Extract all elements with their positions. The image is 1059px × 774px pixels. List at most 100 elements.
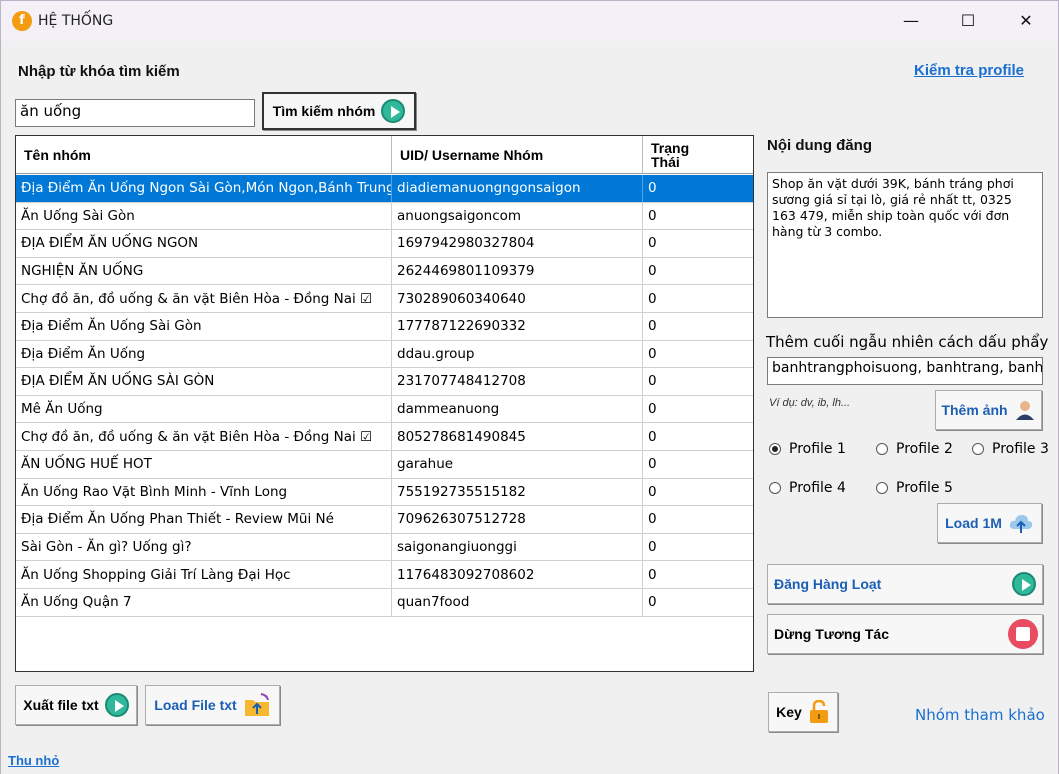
- cell-status: 0: [648, 263, 657, 280]
- table-row[interactable]: Sài Gòn - Ăn gì? Uống gì? saigonangiuongg…: [16, 533, 753, 562]
- header-status-line1: Trạng: [651, 140, 690, 156]
- cell-uid: diadiemanuongngonsaigon: [392, 175, 643, 202]
- close-button[interactable]: ✕: [997, 1, 1055, 41]
- cell-name: Ăn Uống Rao Vặt Bình Minh - Vĩnh Long: [16, 478, 392, 506]
- table-row[interactable]: Chợ đồ ăn, đồ uống & ăn vặt Biên Hòa - Đ…: [16, 285, 753, 313]
- table-row[interactable]: Mê Ăn Uống dammeanuong 0: [16, 395, 753, 424]
- search-group-button-label: Tìm kiếm nhóm: [272, 103, 376, 119]
- load-1m-button[interactable]: Load 1M: [937, 503, 1042, 543]
- profile-3-radio[interactable]: Profile 3: [972, 441, 1049, 457]
- cell-name: ĐỊA ĐIỂM ĂN UỐNG SÀI GÒN: [16, 368, 392, 395]
- table-row[interactable]: Địa Điểm Ăn Uống Ngon Sài Gòn,Món Ngon,B…: [16, 175, 753, 203]
- search-group-button[interactable]: Tìm kiếm nhóm: [262, 92, 416, 130]
- profile-3-label: Profile 3: [992, 441, 1049, 457]
- content-label: Nội dung đăng: [767, 137, 872, 154]
- add-image-label: Thêm ảnh: [941, 402, 1008, 418]
- stop-interaction-label: Dừng Tương Tác: [774, 626, 890, 642]
- radio-dot: [876, 443, 888, 455]
- profile-2-radio[interactable]: Profile 2: [876, 441, 953, 457]
- header-uid[interactable]: UID/ Username Nhóm: [392, 136, 643, 174]
- cell-uid: 177787122690332: [392, 313, 643, 340]
- table-row[interactable]: Ăn Uống Shopping Giải Trí Làng Đại Học 11…: [16, 561, 753, 589]
- folder-upload-icon: [244, 693, 269, 716]
- cell-uid: ddau.group: [392, 340, 643, 368]
- app-logo-icon: f: [12, 11, 32, 31]
- cell-uid: 730289060340640: [392, 285, 643, 312]
- cell-name: Sài Gòn - Ăn gì? Uống gì?: [16, 533, 392, 561]
- cell-uid: 1697942980327804: [392, 230, 643, 257]
- table-row[interactable]: Ăn Uống Rao Vặt Bình Minh - Vĩnh Long 755…: [16, 478, 753, 507]
- cell-uid: anuongsaigoncom: [392, 202, 643, 230]
- example-hint: Ví dụ: dv, ib, lh...: [769, 397, 851, 409]
- profile-4-label: Profile 4: [789, 480, 846, 496]
- cell-uid: saigonangiuonggi: [392, 533, 643, 561]
- table-row[interactable]: Chợ đồ ăn, đồ uống & ăn vặt Biên Hòa - Đ…: [16, 423, 753, 451]
- header-group-name[interactable]: Tên nhóm: [16, 136, 392, 174]
- stop-icon: [1008, 619, 1038, 649]
- play-icon: [381, 99, 406, 123]
- cell-name: Địa Điểm Ăn Uống Ngon Sài Gòn,Món Ngon,B…: [16, 175, 392, 202]
- profile-5-radio[interactable]: Profile 5: [876, 480, 953, 496]
- cell-name: Địa Điểm Ăn Uống Sài Gòn: [16, 313, 392, 340]
- table-row[interactable]: Ăn Uống Sài Gòn anuongsaigoncom 0: [16, 202, 753, 231]
- cell-status: 0: [648, 318, 657, 335]
- add-image-button[interactable]: Thêm ảnh: [935, 390, 1042, 430]
- table-row[interactable]: Địa Điểm Ăn Uống Phan Thiết - Review Mũi…: [16, 506, 753, 534]
- radio-dot: [972, 443, 984, 455]
- profile-4-radio[interactable]: Profile 4: [769, 480, 846, 496]
- cell-uid: quan7food: [392, 589, 643, 616]
- main-window: f HỆ THỐNG — ☐ ✕ Nhập từ khóa tìm kiếm K…: [0, 0, 1059, 774]
- cell-status: 0: [648, 401, 657, 418]
- content-textarea[interactable]: Shop ăn vặt dưới 39K, bánh tráng phơi sư…: [767, 172, 1043, 318]
- cell-name: ĂN UỐNG HUẾ HOT: [16, 451, 392, 478]
- load-1m-label: Load 1M: [945, 515, 1002, 531]
- unlock-icon: [809, 700, 828, 723]
- status-bar: Thu nhỏ: [1, 749, 1058, 774]
- cell-name: Chợ đồ ăn, đồ uống & ăn vặt Biên Hòa - Đ…: [16, 423, 392, 450]
- table-row[interactable]: Địa Điểm Ăn Uống ddau.group 0: [16, 340, 753, 369]
- table-row[interactable]: ĐỊA ĐIỂM ĂN UỐNG NGON 1697942980327804 0: [16, 230, 753, 258]
- search-input[interactable]: ăn uống: [15, 99, 255, 127]
- table-header: Tên nhóm UID/ Username Nhóm Trạng Thái: [16, 136, 753, 174]
- cell-status: 0: [648, 373, 657, 390]
- maximize-button[interactable]: ☐: [939, 1, 997, 41]
- load-file-button[interactable]: Load File txt: [145, 685, 280, 725]
- play-icon: [1012, 572, 1036, 596]
- post-all-button[interactable]: Đăng Hàng Loạt: [767, 564, 1043, 604]
- cell-status: 0: [648, 539, 657, 556]
- minimize-button[interactable]: —: [882, 1, 940, 41]
- export-txt-label: Xuất file txt: [23, 697, 99, 713]
- cell-name: Ăn Uống Quận 7: [16, 589, 392, 616]
- cell-status: 0: [648, 207, 657, 224]
- check-profile-link[interactable]: Kiểm tra profile: [914, 62, 1024, 79]
- suffix-input[interactable]: banhtrangphoisuong, banhtrang, banhp: [767, 357, 1043, 385]
- cell-uid: dammeanuong: [392, 395, 643, 423]
- cell-status: 0: [648, 566, 657, 583]
- table-row[interactable]: NGHIỆN ĂN UỐNG 2624469801109379 0: [16, 257, 753, 286]
- cell-name: Chợ đồ ăn, đồ uống & ăn vặt Biên Hòa - Đ…: [16, 285, 392, 312]
- profile-1-radio[interactable]: Profile 1: [769, 441, 846, 457]
- key-button[interactable]: Key: [768, 692, 838, 732]
- profile-1-label: Profile 1: [789, 441, 846, 457]
- cell-uid: 1176483092708602: [392, 561, 643, 588]
- table-row[interactable]: ĂN UỐNG HUẾ HOT garahue 0: [16, 451, 753, 479]
- cell-name: NGHIỆN ĂN UỐNG: [16, 257, 392, 285]
- reference-groups-link[interactable]: Nhóm tham khảo: [915, 706, 1045, 724]
- minimize-link[interactable]: Thu nhỏ: [8, 753, 59, 768]
- table-row[interactable]: Ăn Uống Quận 7 quan7food 0: [16, 589, 753, 617]
- cell-status: 0: [648, 180, 657, 197]
- post-all-label: Đăng Hàng Loạt: [774, 576, 882, 592]
- export-txt-button[interactable]: Xuất file txt: [15, 685, 137, 725]
- radio-dot: [769, 443, 781, 455]
- header-status[interactable]: Trạng Thái: [643, 136, 753, 174]
- cell-uid: 805278681490845: [392, 423, 643, 450]
- table-row[interactable]: Địa Điểm Ăn Uống Sài Gòn 177787122690332 0: [16, 313, 753, 341]
- play-icon: [104, 693, 129, 717]
- stop-interaction-button[interactable]: Dừng Tương Tác: [767, 614, 1043, 654]
- table-row[interactable]: ĐỊA ĐIỂM ĂN UỐNG SÀI GÒN 231707748412708 0: [16, 368, 753, 396]
- cell-status: 0: [648, 594, 657, 611]
- cell-status: 0: [648, 511, 657, 528]
- cell-name: ĐỊA ĐIỂM ĂN UỐNG NGON: [16, 230, 392, 257]
- window-title: HỆ THỐNG: [38, 13, 114, 29]
- cloud-upload-icon: [1009, 515, 1033, 533]
